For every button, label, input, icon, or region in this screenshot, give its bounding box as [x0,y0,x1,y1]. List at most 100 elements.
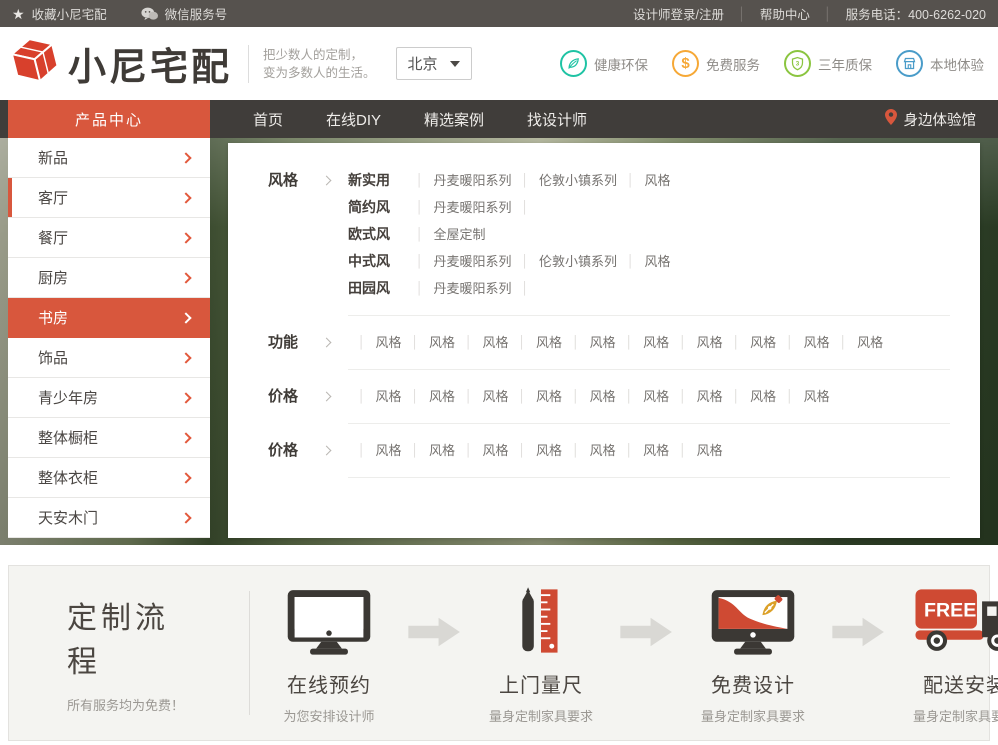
panel-link[interactable]: 风格 [643,437,669,464]
panel-link[interactable]: 风格 [750,329,776,356]
panel-link[interactable]: 风格 [536,329,562,356]
panel-link[interactable]: 风格 [429,437,455,464]
sidebar-item-7[interactable]: 整体橱柜 [8,418,210,458]
service-badges: 健康环保 $ 免费服务 3 三年质保 本地体验 [560,50,984,77]
filter-row-name[interactable]: 新实用 [348,167,406,194]
wechat-link[interactable]: 微信服务号 [141,4,228,23]
sidebar-item-6[interactable]: 青少年房 [8,378,210,418]
process-strip: 定制流程 所有服务均为免费！ 在线预约 为您安排设计师 [8,565,990,741]
chevron-right-icon [180,272,191,283]
panel-link[interactable]: 风格 [590,383,616,410]
header-divider [248,45,249,83]
arrow-right-icon [408,616,462,690]
filter-row-name[interactable]: 欧式风 [348,221,406,248]
panel-link[interactable]: 风格 [376,329,402,356]
panel-link[interactable]: 风格 [645,167,671,194]
panel-link[interactable]: 风格 [645,248,671,275]
link-separator: │ [465,383,473,410]
svg-text:3: 3 [796,61,800,68]
panel-link[interactable]: 风格 [697,437,723,464]
section-divider [348,369,950,370]
sidebar-item-0[interactable]: 新品 [8,138,210,178]
panel-link[interactable]: 丹麦暖阳系列 [434,167,512,194]
panel-link[interactable]: 风格 [536,383,562,410]
chevron-right-icon [180,472,191,483]
panel-link[interactable]: 丹麦暖阳系列 [434,194,512,221]
chevron-right-icon [180,392,191,403]
panel-link[interactable]: 风格 [483,383,509,410]
panel-link[interactable]: 风格 [429,383,455,410]
panel-link[interactable]: 风格 [590,437,616,464]
panel-link[interactable]: 丹麦暖阳系列 [434,275,512,302]
leaf-icon [560,50,587,77]
sidebar-item-3[interactable]: 厨房 [8,258,210,298]
link-separator: │ [412,329,420,356]
panel-link[interactable]: 伦敦小镇系列 [539,248,617,275]
link-separator: │ [519,383,527,410]
section-divider [348,315,950,316]
sidebar-item-1[interactable]: 客厅 [8,178,210,218]
link-separator: │ [786,383,794,410]
sidebar-item-5[interactable]: 饰品 [8,338,210,378]
link-separator: │ [358,329,366,356]
nav-item-cases[interactable]: 精选案例 [424,100,484,138]
panel-link[interactable]: 风格 [643,383,669,410]
chevron-right-icon [180,352,191,363]
panel-link[interactable]: 风格 [376,383,402,410]
city-selector[interactable]: 北京 [396,47,472,80]
panel-link[interactable]: 风格 [590,329,616,356]
logo[interactable]: 小尼宅配 [8,34,232,93]
mega-menu-panel: 风格新实用│丹麦暖阳系列│伦敦小镇系列│风格简约风│丹麦暖阳系列│欧式风│全屋定… [228,143,980,538]
panel-link[interactable]: 风格 [429,329,455,356]
link-separator: │ [519,437,527,464]
filter-row: │风格│风格│风格│风格│风格│风格│风格│风格│风格│风格 [348,329,962,356]
nav-item-diy[interactable]: 在线DIY [326,100,381,138]
category-sidebar: 新品客厅餐厅厨房书房饰品青少年房整体橱柜整体衣柜天安木门 [8,138,210,538]
filter-row: 中式风│丹麦暖阳系列│伦敦小镇系列│风格 [348,248,962,275]
panel-link[interactable]: 风格 [857,329,883,356]
design-monitor-icon [674,582,832,656]
sidebar-item-label: 天安木门 [38,507,98,528]
sidebar-item-8[interactable]: 整体衣柜 [8,458,210,498]
panel-link[interactable]: 风格 [376,437,402,464]
panel-link[interactable]: 风格 [483,329,509,356]
link-separator: │ [416,248,424,275]
chevron-right-icon [322,446,332,456]
nav-item-home[interactable]: 首页 [253,100,283,138]
panel-link[interactable]: 丹麦暖阳系列 [434,248,512,275]
badge-local: 本地体验 [896,50,984,77]
filter-row-name[interactable]: 中式风 [348,248,406,275]
nav-experience-store[interactable]: 身边体验馆 [885,100,977,138]
filter-row-name[interactable]: 田园风 [348,275,406,302]
panel-link[interactable]: 风格 [536,437,562,464]
filter-label: 价格 [268,437,298,464]
panel-link[interactable]: 风格 [804,329,830,356]
link-separator: │ [416,167,424,194]
panel-link[interactable]: 风格 [804,383,830,410]
link-separator: │ [786,329,794,356]
favorite-link[interactable]: ★ 收藏小尼宅配 [12,4,107,23]
panel-link[interactable]: 风格 [697,329,723,356]
help-center-link[interactable]: 帮助中心 [760,4,810,23]
nav-item-designer[interactable]: 找设计师 [527,100,587,138]
panel-link[interactable]: 风格 [750,383,776,410]
filter-row-name[interactable]: 简约风 [348,194,406,221]
panel-link[interactable]: 风格 [483,437,509,464]
link-separator: │ [679,437,687,464]
panel-link[interactable]: 风格 [697,383,723,410]
topbar-separator: │ [824,7,832,21]
sidebar-item-9[interactable]: 天安木门 [8,498,210,538]
city-value: 北京 [408,53,438,74]
designer-login-link[interactable]: 设计师登录/注册 [633,4,724,23]
nav-product-center[interactable]: 产品中心 [8,100,210,138]
sidebar-item-4[interactable]: 书房 [8,298,210,338]
panel-link[interactable]: 伦敦小镇系列 [539,167,617,194]
sidebar-item-label: 青少年房 [38,387,98,408]
panel-link[interactable]: 风格 [643,329,669,356]
link-separator: │ [358,437,366,464]
panel-link[interactable]: 全屋定制 [434,221,486,248]
link-separator: │ [465,437,473,464]
sidebar-item-2[interactable]: 餐厅 [8,218,210,258]
link-separator: │ [522,248,530,275]
filter-row: 新实用│丹麦暖阳系列│伦敦小镇系列│风格 [348,167,962,194]
